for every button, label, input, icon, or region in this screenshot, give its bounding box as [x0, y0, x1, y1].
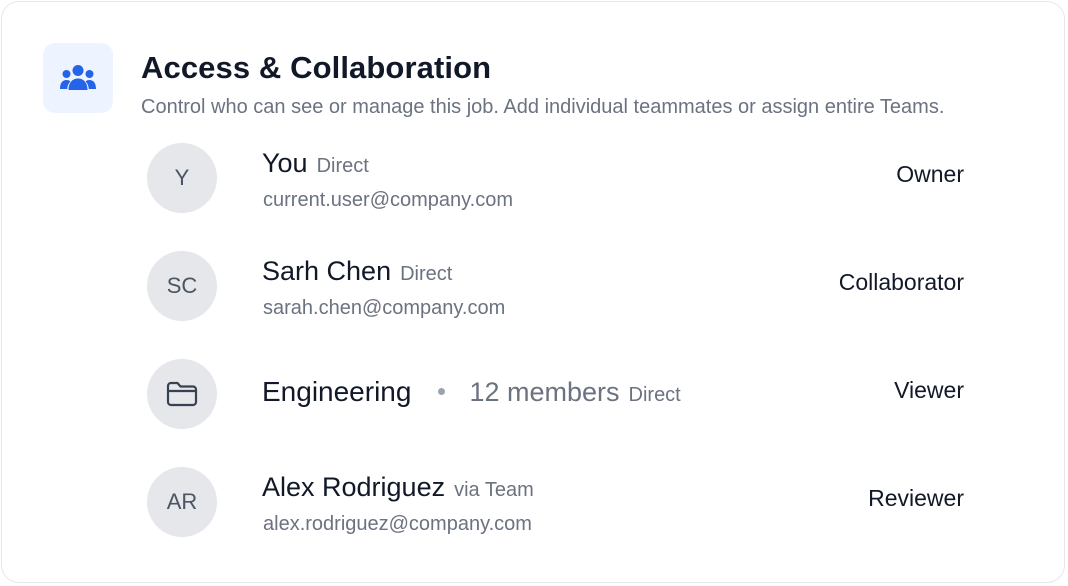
role-select[interactable]: Collaborator	[839, 269, 964, 296]
users-group-icon	[43, 43, 113, 113]
member-email: sarah.chen@company.com	[263, 297, 506, 319]
access-source-label: Direct	[628, 384, 681, 406]
separator-dot	[438, 388, 446, 395]
team-member-count: 12 members	[469, 377, 620, 407]
folder-icon	[166, 381, 198, 407]
team-name: Engineering	[262, 376, 412, 407]
page-subtitle: Control who can see or manage this job. …	[141, 96, 945, 118]
team-name-line: Engineering 12 members Direct	[262, 376, 681, 408]
access-source-label: Direct	[316, 155, 369, 177]
list-item-member[interactable]: Y You Direct current.user@company.com Ow…	[2, 142, 1066, 242]
role-select[interactable]: Reviewer	[868, 485, 964, 512]
member-email: alex.rodriguez@company.com	[263, 513, 532, 535]
member-name: You	[262, 148, 308, 178]
role-select[interactable]: Viewer	[894, 377, 964, 404]
role-select[interactable]: Owner	[896, 161, 964, 188]
avatar: AR	[147, 467, 217, 537]
access-collaboration-card: Access & Collaboration Control who can s…	[1, 1, 1065, 583]
member-name-line: Sarh Chen Direct	[262, 256, 452, 287]
member-name-line: Alex Rodriguez via Team	[262, 472, 534, 503]
avatar: SC	[147, 251, 217, 321]
member-name-line: You Direct	[262, 148, 369, 179]
member-name: Sarh Chen	[262, 256, 392, 286]
member-name: Alex Rodriguez	[262, 472, 446, 502]
avatar: Y	[147, 143, 217, 213]
team-avatar	[147, 359, 217, 429]
page-title: Access & Collaboration	[141, 50, 492, 85]
access-source-label: via Team	[454, 479, 534, 501]
list-item-team[interactable]: Engineering 12 members Direct Viewer	[2, 358, 1066, 458]
list-item-member[interactable]: SC Sarh Chen Direct sarah.chen@company.c…	[2, 250, 1066, 350]
list-item-member[interactable]: AR Alex Rodriguez via Team alex.rodrigue…	[2, 466, 1066, 566]
access-source-label: Direct	[400, 263, 453, 285]
member-email: current.user@company.com	[263, 189, 514, 211]
